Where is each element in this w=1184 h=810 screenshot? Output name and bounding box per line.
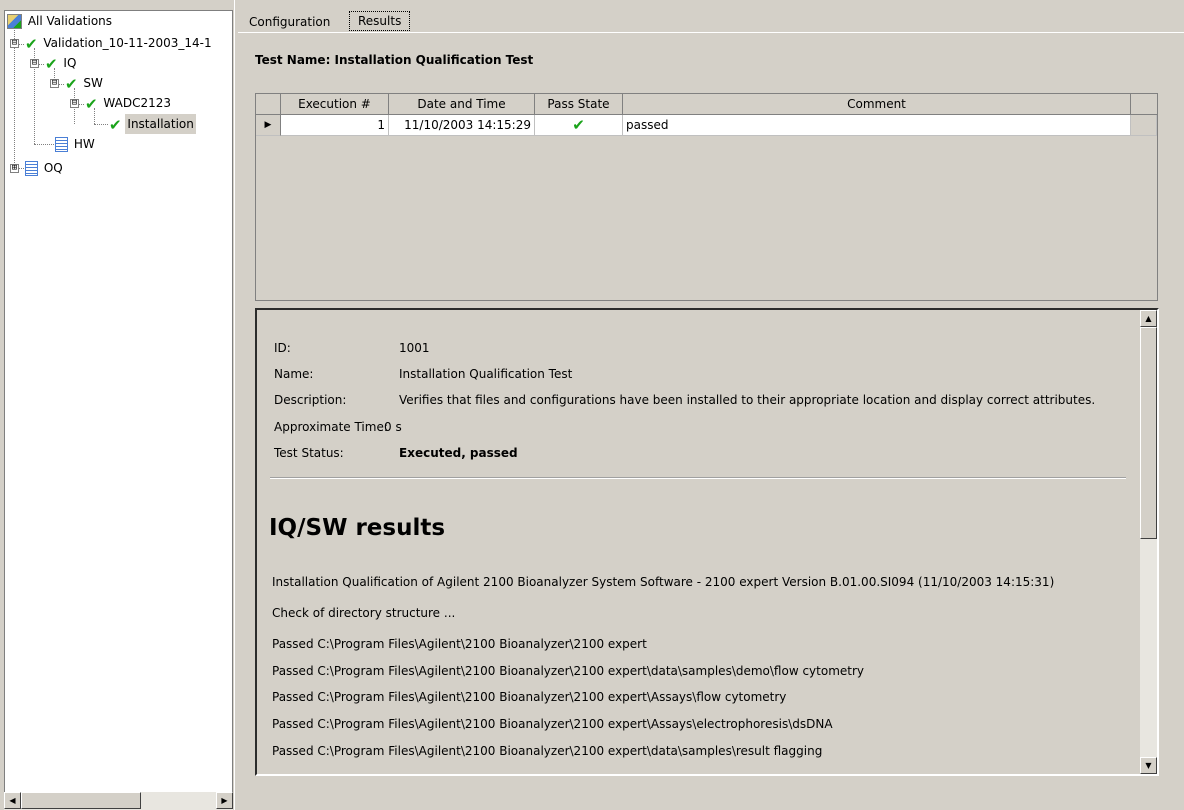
grid-filler-header [1131, 94, 1157, 115]
test-details-panel[interactable]: ID: 1001 Name: Installation Qualificatio… [255, 308, 1159, 776]
tree-item-hw[interactable]: HW [55, 134, 97, 154]
name-label: Name: [274, 367, 314, 381]
column-header-comment[interactable]: Comment [623, 94, 1131, 115]
passed-check-icon: ✔ [45, 54, 58, 73]
description-value: Verifies that files and configurations h… [399, 393, 1096, 407]
scroll-down-icon[interactable]: ▼ [1140, 757, 1157, 774]
collapse-toggle-icon[interactable]: ⊟ [30, 59, 39, 68]
scroll-left-icon[interactable]: ◀ [4, 792, 21, 809]
tree-item-label: WADC2123 [103, 96, 171, 110]
column-header-pass-state[interactable]: Pass State [535, 94, 623, 115]
tree-item-oq[interactable]: OQ [25, 158, 65, 178]
document-icon [55, 137, 68, 152]
id-label: ID: [274, 341, 291, 355]
tree-item-validation[interactable]: ✔ Validation_10-11-2003_14-1 [25, 33, 214, 53]
cell-pass-state[interactable]: ✔ [535, 115, 623, 136]
collapse-toggle-icon[interactable]: ⊟ [70, 99, 79, 108]
expand-toggle-icon[interactable]: ⊞ [10, 164, 19, 173]
tree-item-wadc2123[interactable]: ✔ WADC2123 [85, 93, 173, 113]
collapse-toggle-icon[interactable]: ⊟ [50, 79, 59, 88]
tree-item-installation[interactable]: ✔ Installation [109, 114, 196, 134]
column-header-execution[interactable]: Execution # [281, 94, 389, 115]
result-line: Check of directory structure ... [272, 606, 456, 620]
tree-item-label: Validation_10-11-2003_14-1 [43, 36, 212, 50]
result-line: Installation Qualification of Agilent 21… [272, 575, 1055, 589]
test-name-title: Test Name: Installation Qualification Te… [255, 53, 534, 67]
tab-configuration[interactable]: Configuration [241, 11, 338, 33]
result-line: Passed C:\Program Files\Agilent\2100 Bio… [272, 690, 787, 704]
result-line: Passed C:\Program Files\Agilent\2100 Bio… [272, 717, 833, 731]
validations-root-icon [7, 14, 22, 29]
tree-item-sw[interactable]: ✔ SW [65, 73, 105, 93]
executions-grid[interactable]: Execution # Date and Time Pass State Com… [255, 93, 1158, 301]
tree-item-iq[interactable]: ✔ IQ [45, 53, 78, 73]
result-line: Passed C:\Program Files\Agilent\2100 Bio… [272, 637, 647, 651]
result-line: Passed C:\Program Files\Agilent\2100 Bio… [272, 664, 865, 678]
passed-check-icon: ✔ [85, 94, 98, 113]
passed-check-icon: ✔ [109, 115, 122, 134]
results-heading: IQ/SW results [269, 515, 446, 541]
scroll-up-icon[interactable]: ▲ [1140, 310, 1157, 327]
tree-item-label: All Validations [27, 14, 113, 28]
tab-results[interactable]: Results [349, 11, 411, 31]
grid-filler-cell [1131, 115, 1157, 136]
cell-date-time[interactable]: 11/10/2003 14:15:29 [389, 115, 535, 136]
tree-item-label: SW [83, 76, 103, 90]
id-value: 1001 [399, 341, 430, 355]
name-value: Installation Qualification Test [399, 367, 573, 381]
pass-state-check-icon: ✔ [572, 116, 585, 134]
passed-check-icon: ✔ [25, 34, 38, 53]
details-vertical-scrollbar[interactable]: ▲ ▼ [1140, 310, 1157, 774]
tree-item-label: IQ [63, 56, 77, 70]
result-line: Passed C:\Program Files\Agilent\2100 Bio… [272, 744, 823, 758]
tree-item-label: Installation [125, 114, 196, 134]
test-status-label: Test Status: [274, 446, 344, 460]
test-status-value: Executed, passed [399, 446, 518, 460]
validation-tree[interactable]: All Validations ⊟ ✔ Validation_10-11-200… [4, 10, 233, 810]
approx-time-label: Approximate Time: [274, 420, 388, 434]
panel-splitter[interactable] [234, 0, 239, 810]
column-header-date-time[interactable]: Date and Time [389, 94, 535, 115]
description-label: Description: [274, 393, 347, 407]
grid-corner-header [256, 94, 281, 115]
cell-execution[interactable]: 1 [281, 115, 389, 136]
tree-item-label: OQ [43, 161, 63, 175]
cell-comment[interactable]: passed [623, 115, 1131, 136]
scroll-thumb[interactable] [21, 792, 141, 809]
passed-check-icon: ✔ [65, 74, 78, 93]
scroll-right-icon[interactable]: ▶ [216, 792, 233, 809]
tree-horizontal-scrollbar[interactable]: ◀ ▶ [4, 792, 233, 810]
approx-time-value: 0 s [384, 420, 402, 434]
details-divider [270, 477, 1126, 479]
tab-strip-divider [238, 32, 1184, 33]
tree-item-all-validations[interactable]: All Validations [7, 11, 114, 31]
row-pointer-icon[interactable]: ▶ [256, 115, 281, 136]
collapse-toggle-icon[interactable]: ⊟ [10, 39, 19, 48]
scroll-thumb[interactable] [1140, 327, 1157, 539]
tree-item-label: HW [73, 137, 95, 151]
document-icon [25, 161, 38, 176]
